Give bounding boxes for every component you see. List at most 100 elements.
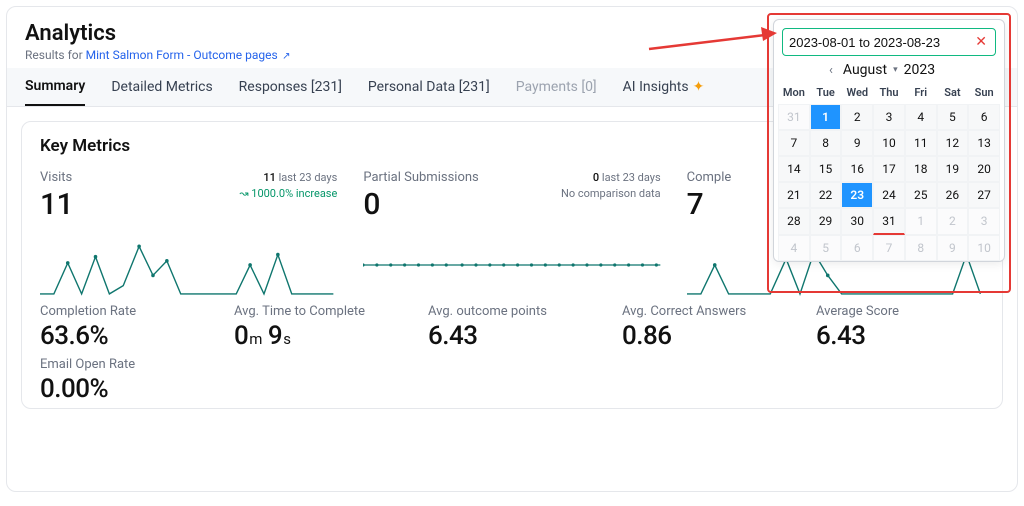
metric-visits-label: Visits <box>40 170 73 185</box>
calendar-day[interactable]: 5 <box>937 104 969 130</box>
calendar-day[interactable]: 2 <box>841 104 873 130</box>
tab-personal-data[interactable]: Personal Data [231] <box>368 78 490 106</box>
calendar-day-out[interactable]: 5 <box>810 235 842 261</box>
completion-rate-label: Completion Rate <box>40 304 208 319</box>
calendar-day-out[interactable]: 2 <box>937 208 969 235</box>
calendar-day[interactable]: 26 <box>937 182 969 208</box>
metric-avg-time: Avg. Time to Complete 0m 9s <box>234 304 402 351</box>
calendar-day[interactable]: 29 <box>810 208 842 235</box>
calendar-day[interactable]: 15 <box>810 156 842 182</box>
tab-payments[interactable]: Payments [0] <box>516 78 597 106</box>
calendar-day[interactable]: 10 <box>873 130 905 156</box>
calendar-day-out[interactable]: 3 <box>968 208 1000 235</box>
metric-complete-value: 7 <box>687 187 732 222</box>
calendar-grid: MonTueWedThuFriSatSun3112345678910111213… <box>778 82 1000 261</box>
calendar-day-out[interactable]: 10 <box>968 235 1000 261</box>
metric-complete-label: Comple <box>687 170 732 185</box>
dow-label: Sat <box>937 82 969 104</box>
metric-avg-score: Average Score 6.43 <box>816 304 984 351</box>
dow-label: Tue <box>810 82 842 104</box>
calendar-day[interactable]: 19 <box>937 156 969 182</box>
year-label[interactable]: 2023 <box>904 62 935 78</box>
calendar-day[interactable]: 20 <box>968 156 1000 182</box>
calendar-day[interactable]: 14 <box>778 156 810 182</box>
calendar-day[interactable]: 27 <box>968 182 1000 208</box>
calendar-day-out[interactable]: 31 <box>778 104 810 130</box>
email-open-value: 0.00% <box>40 374 208 404</box>
calendar-day[interactable]: 16 <box>841 156 873 182</box>
partial-sparkline <box>363 234 660 296</box>
metric-email-open-rate: Email Open Rate 0.00% <box>40 357 208 404</box>
calendar-day[interactable]: 6 <box>968 104 1000 130</box>
calendar-day[interactable]: 18 <box>905 156 937 182</box>
tab-detailed-metrics[interactable]: Detailed Metrics <box>111 78 212 106</box>
tab-ai-insights[interactable]: AI Insights ✦ <box>623 78 705 106</box>
sparkle-icon: ✦ <box>693 79 705 95</box>
calendar-day[interactable]: 17 <box>873 156 905 182</box>
calendar-day-out[interactable]: 8 <box>905 235 937 261</box>
avg-correct-label: Avg. Correct Answers <box>622 304 790 319</box>
metric-avg-correct: Avg. Correct Answers 0.86 <box>622 304 790 351</box>
date-range-popover: ✕ ‹ August ▾ 2023 › MonTueWedThuFriSatSu… <box>773 19 1005 262</box>
metric-partial-value: 0 <box>363 187 478 222</box>
metric-visits-side: 11 last 23 days ↝ 1000.0% increase <box>239 170 337 202</box>
calendar-day[interactable]: 30 <box>841 208 873 235</box>
dow-label: Mon <box>778 82 810 104</box>
avg-outcome-label: Avg. outcome points <box>428 304 596 319</box>
calendar-day[interactable]: 21 <box>778 182 810 208</box>
calendar-day[interactable]: 23 <box>841 182 873 208</box>
calendar-day[interactable]: 1 <box>810 104 842 130</box>
calendar-day[interactable]: 31 <box>873 208 905 235</box>
month-label[interactable]: August <box>843 62 887 78</box>
calendar-day[interactable]: 8 <box>810 130 842 156</box>
subtitle-prefix: Results for <box>25 48 86 62</box>
calendar-day[interactable]: 13 <box>968 130 1000 156</box>
chevron-down-icon: ▾ <box>893 65 898 75</box>
visits-sparkline <box>40 234 337 296</box>
external-link-icon: ↗ <box>280 51 291 62</box>
completion-rate-value: 63.6% <box>40 321 208 351</box>
trend-up-icon: ↝ <box>239 187 251 200</box>
calendar-day[interactable]: 11 <box>905 130 937 156</box>
metric-visits-value: 11 <box>40 187 73 222</box>
tab-summary[interactable]: Summary <box>25 78 85 106</box>
tab-responses[interactable]: Responses [231] <box>239 78 342 106</box>
calendar-day[interactable]: 3 <box>873 104 905 130</box>
calendar-day[interactable]: 12 <box>937 130 969 156</box>
date-range-input[interactable] <box>789 35 973 50</box>
metric-partial-label: Partial Submissions <box>363 170 478 185</box>
calendar-day-out[interactable]: 4 <box>778 235 810 261</box>
calendar-day[interactable]: 28 <box>778 208 810 235</box>
prev-month-icon[interactable]: ‹ <box>825 63 837 78</box>
calendar-day-out[interactable]: 9 <box>937 235 969 261</box>
calendar-day-out[interactable]: 6 <box>841 235 873 261</box>
calendar-day[interactable]: 22 <box>810 182 842 208</box>
avg-time-value: 0m 9s <box>234 321 402 351</box>
dow-label: Wed <box>841 82 873 104</box>
dow-label: Sun <box>968 82 1000 104</box>
metric-partial-side: 0 last 23 days No comparison data <box>561 170 661 202</box>
metric-avg-outcome: Avg. outcome points 6.43 <box>428 304 596 351</box>
email-open-label: Email Open Rate <box>40 357 208 372</box>
calendar-day[interactable]: 4 <box>905 104 937 130</box>
results-link[interactable]: Mint Salmon Form - Outcome pages ↗ <box>86 48 291 62</box>
date-range-input-wrap[interactable]: ✕ <box>782 28 996 56</box>
calendar-day[interactable]: 9 <box>841 130 873 156</box>
calendar-day-out[interactable]: 7 <box>873 235 905 261</box>
calendar-day[interactable]: 25 <box>905 182 937 208</box>
metric-partial: Partial Submissions 0 0 last 23 days No … <box>363 170 660 296</box>
calendar-day[interactable]: 24 <box>873 182 905 208</box>
card-title: Key Metrics <box>40 136 130 156</box>
avg-correct-value: 0.86 <box>622 321 790 351</box>
avg-outcome-value: 6.43 <box>428 321 596 351</box>
calendar-day[interactable]: 7 <box>778 130 810 156</box>
dow-label: Fri <box>905 82 937 104</box>
metric-visits: Visits 11 11 last 23 days ↝ 1000.0% incr… <box>40 170 337 296</box>
calendar-day-out[interactable]: 1 <box>905 208 937 235</box>
dow-label: Thu <box>873 82 905 104</box>
avg-score-label: Average Score <box>816 304 984 319</box>
clear-icon[interactable]: ✕ <box>973 34 989 50</box>
metric-completion-rate: Completion Rate 63.6% <box>40 304 208 351</box>
avg-score-value: 6.43 <box>816 321 984 351</box>
avg-time-label: Avg. Time to Complete <box>234 304 402 319</box>
